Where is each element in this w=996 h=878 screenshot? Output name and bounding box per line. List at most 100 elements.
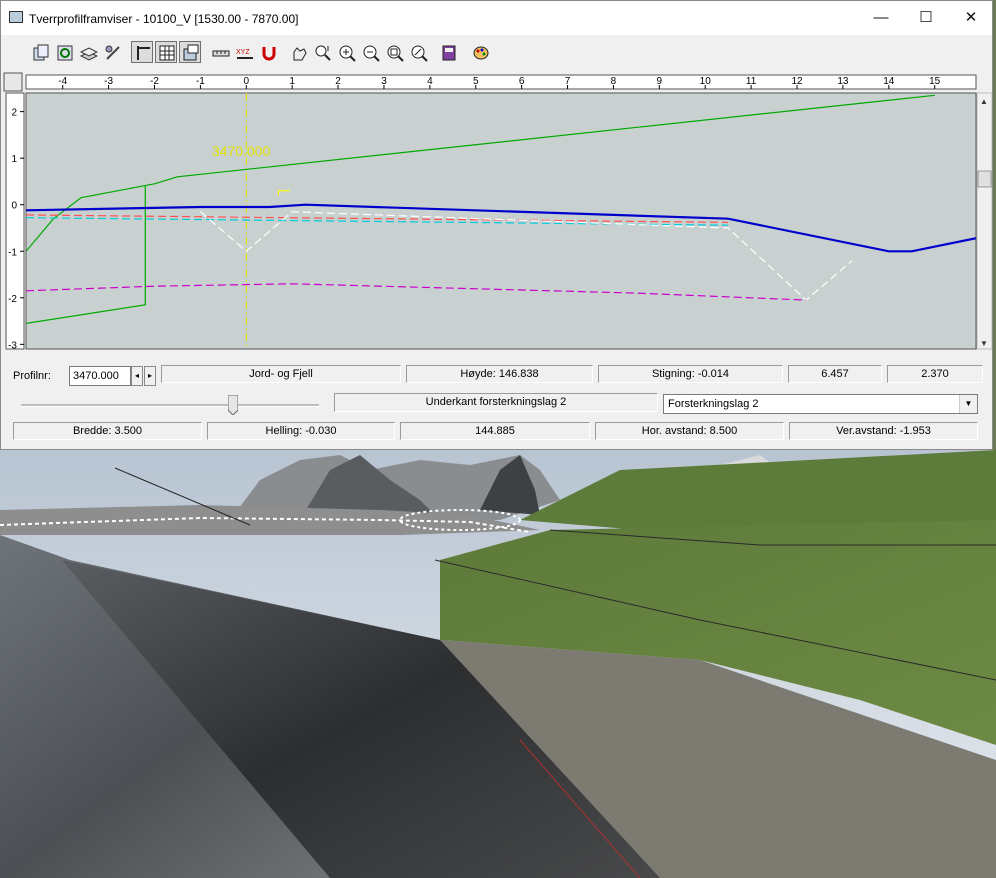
measure-button[interactable] <box>209 41 231 63</box>
title-bar[interactable]: Tverrprofilframviser - 10100_V [1530.00 … <box>1 1 992 35</box>
x-tick-label: 15 <box>929 76 941 87</box>
profile-slider-thumb[interactable] <box>228 395 238 415</box>
xyz-button[interactable]: XYZ <box>233 41 255 63</box>
x-tick-label: -4 <box>58 76 67 87</box>
elevation-field: 144.885 <box>400 422 590 440</box>
settings-view-icon <box>183 44 199 61</box>
vertical-scrollbar[interactable] <box>976 92 992 350</box>
profile-slider-track[interactable] <box>21 404 319 407</box>
x-tick-label: 8 <box>611 76 617 87</box>
x-tick-label: 4 <box>427 76 433 87</box>
settings-view-button[interactable] <box>179 41 201 63</box>
layers-icon <box>80 47 98 61</box>
x-tick-label: 13 <box>837 76 849 87</box>
palette-button[interactable] <box>469 41 491 63</box>
book-icon <box>442 45 456 61</box>
helling-field: Helling: -0.030 <box>207 422 395 440</box>
x-tick-label: 3 <box>381 76 387 87</box>
zoom-out-button[interactable] <box>359 41 381 63</box>
zoom-in-button[interactable] <box>335 41 357 63</box>
hoyde-field: Høyde: 146.838 <box>406 365 593 383</box>
link-icon <box>105 45 120 60</box>
x-tick-label: 5 <box>473 76 479 87</box>
y-tick-label: -3 <box>8 340 17 351</box>
y-tick-label: 2 <box>11 108 17 119</box>
palette-icon <box>473 46 489 60</box>
xyz-icon: XYZ <box>236 49 253 59</box>
ver-avstand-field: Ver.avstand: -1.953 <box>789 422 978 440</box>
maximize-button[interactable]: ☐ <box>903 1 949 35</box>
grid-button[interactable] <box>155 41 177 63</box>
y-ruler <box>5 92 25 350</box>
x-tick-label: 9 <box>657 76 663 87</box>
x-tick-label: 12 <box>791 76 803 87</box>
svg-text:XYZ: XYZ <box>236 49 250 56</box>
x-tick-label: 7 <box>565 76 571 87</box>
zoom-all-button[interactable] <box>407 41 429 63</box>
y-tick-label: 1 <box>11 154 17 165</box>
x-tick-label: -1 <box>196 76 205 87</box>
zoom-out-icon <box>363 45 380 62</box>
profilnr-next-button[interactable]: ▸ <box>144 366 156 386</box>
profilnr-prev-button[interactable]: ◂ <box>131 366 143 386</box>
zoom-window-icon <box>387 45 404 62</box>
close-button[interactable]: ✕ <box>948 1 994 35</box>
x-tick-label: -3 <box>104 76 113 87</box>
copy-icon <box>33 44 49 61</box>
plot-area <box>25 92 977 350</box>
profile-chart-svg[interactable]: ▲▼-4 -3 -2 -1 0 1 2 3 4 5 6 7 8 9 10 11 12 13 14 15210-1-2-… <box>2 71 992 351</box>
copy-button[interactable] <box>29 41 51 63</box>
value2-field: 2.370 <box>887 365 983 383</box>
profile-viewer-window: Tverrprofilframviser - 10100_V [1530.00 … <box>0 0 993 450</box>
hor-avstand-field: Hor. avstand: 8.500 <box>595 422 784 440</box>
refresh-icon <box>57 45 73 61</box>
bredde-field: Bredde: 3.500 <box>13 422 202 440</box>
x-tick-label: 14 <box>883 76 895 87</box>
zoom-vertical-button[interactable] <box>311 41 333 63</box>
y-tick-label: -2 <box>8 294 17 305</box>
axis-icon <box>137 46 150 60</box>
pan-hand-button[interactable] <box>287 41 309 63</box>
scrollbar-thumb[interactable] <box>977 170 992 188</box>
chevron-down-icon[interactable]: ▼ <box>959 395 977 413</box>
link-button[interactable] <box>101 41 123 63</box>
y-tick-label: 0 <box>11 201 17 212</box>
toolbar: XYZ <box>1 37 992 69</box>
x-tick-label: 10 <box>700 76 712 87</box>
x-tick-label: 6 <box>519 76 525 87</box>
zoom-in-icon <box>339 45 356 62</box>
layers-button[interactable] <box>77 41 99 63</box>
layer-name-field: Underkant forsterkningslag 2 <box>334 393 658 412</box>
x-tick-label: 1 <box>289 76 295 87</box>
material-field: Jord- og Fjell <box>161 365 401 383</box>
app-icon <box>9 11 23 23</box>
ruler-corner-icon <box>3 72 23 92</box>
x-tick-label: -2 <box>150 76 159 87</box>
cross-section-profile-chart[interactable]: ▲ ▼ -4 -3 -2 -1 0 1 2 3 4 5 6 7 8 9 10 11 12 13 14 15 2 1 0 -1 -2-… <box>2 71 992 351</box>
book-button[interactable] <box>437 41 459 63</box>
window-title: Tverrprofilframviser - 10100_V [1530.00 … <box>29 12 299 26</box>
axis-button[interactable] <box>131 41 153 63</box>
station-annotation: 3470.000 <box>212 143 271 159</box>
x-tick-label: 0 <box>244 76 250 87</box>
refresh-button[interactable] <box>53 41 75 63</box>
measure-icon <box>212 50 230 57</box>
x-tick-label: 11 <box>746 76 757 87</box>
scroll-up-icon[interactable]: ▲ <box>980 97 988 106</box>
layer-select-value: Forsterkningslag 2 <box>668 398 759 410</box>
profilnr-label: Profilnr: <box>13 370 51 382</box>
zoom-window-button[interactable] <box>383 41 405 63</box>
zoom-vertical-icon <box>315 45 331 61</box>
y-tick-label: -1 <box>8 247 17 258</box>
profilnr-input[interactable] <box>69 366 131 386</box>
magnet-button[interactable] <box>257 41 279 63</box>
pan-hand-icon <box>293 47 307 61</box>
x-tick-label: 2 <box>335 76 341 87</box>
x-ruler <box>25 74 977 90</box>
minimize-button[interactable]: — <box>858 1 904 35</box>
layer-select-dropdown[interactable]: Forsterkningslag 2 ▼ <box>663 394 978 414</box>
magnet-icon <box>262 47 276 61</box>
value1-field: 6.457 <box>788 365 882 383</box>
grid-icon <box>159 45 175 61</box>
scroll-down-icon[interactable]: ▼ <box>980 339 988 348</box>
